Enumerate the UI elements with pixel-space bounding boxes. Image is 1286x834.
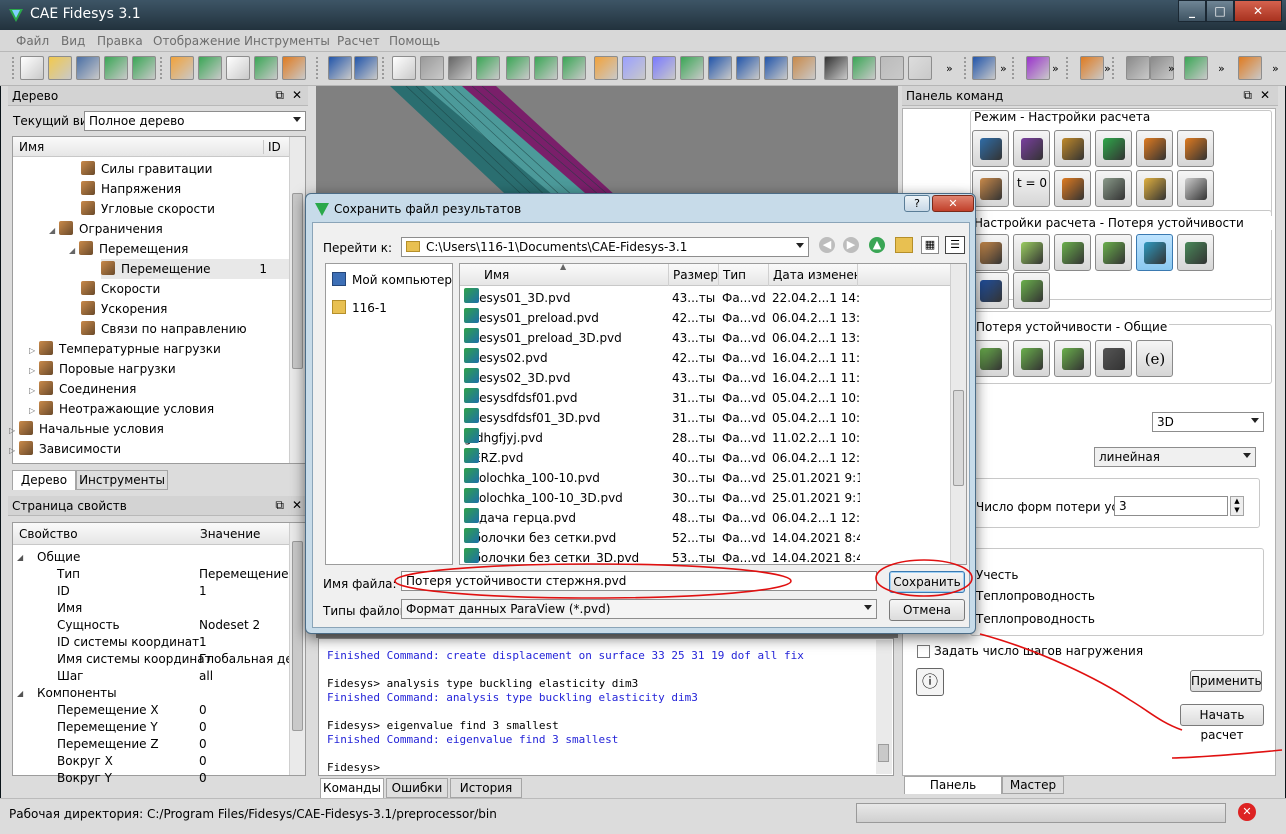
annotation-save-circle — [875, 559, 973, 597]
annotation-filename-circle — [394, 563, 792, 599]
annotation-arrow — [979, 633, 1183, 731]
annotation-overlay — [394, 559, 1283, 759]
annotation-underline — [1171, 749, 1283, 759]
